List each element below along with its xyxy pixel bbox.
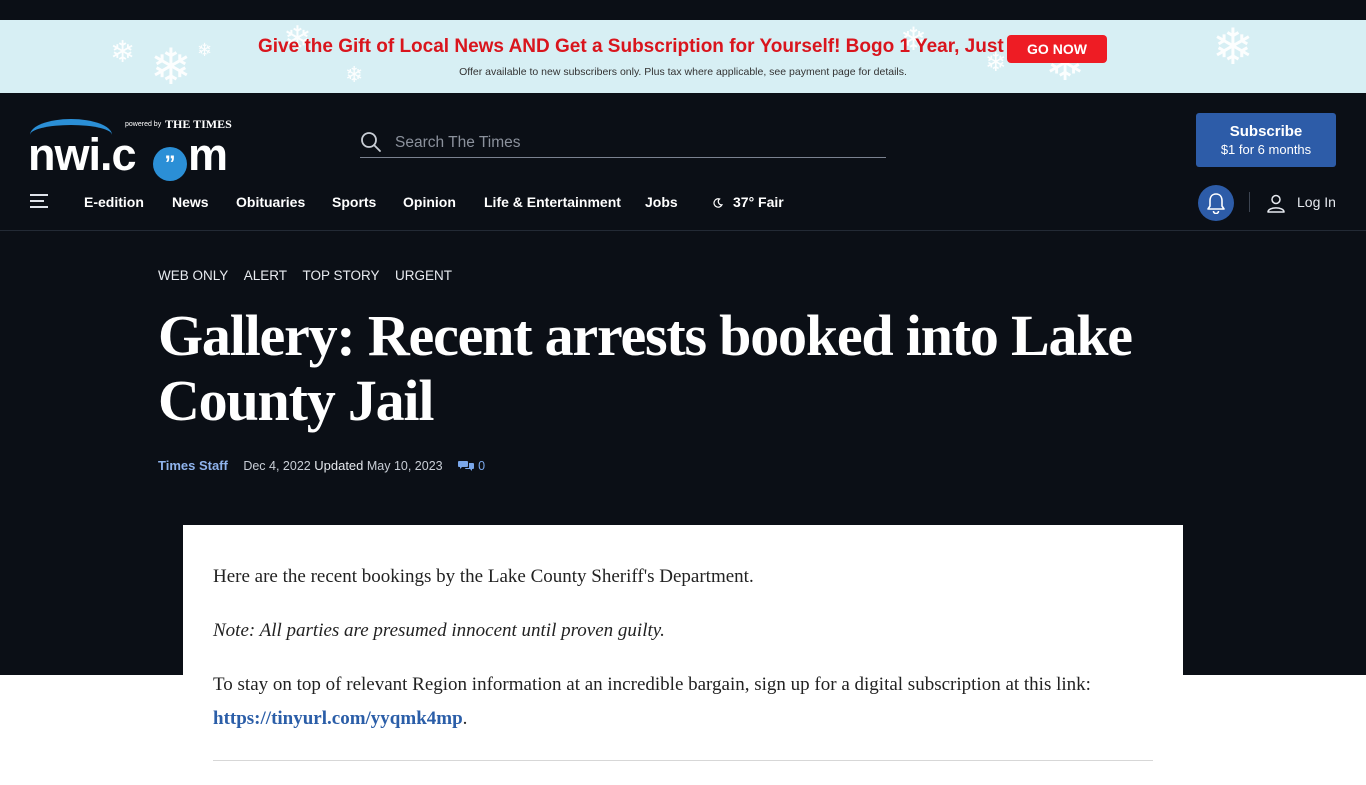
logo-brand-tail: m (188, 129, 228, 180)
nav-item-opinion[interactable]: Opinion (403, 194, 456, 210)
logo-the-times: THE TIMES (165, 117, 232, 131)
search-icon[interactable] (360, 131, 382, 153)
bell-icon (1207, 193, 1225, 214)
content-divider (213, 760, 1153, 761)
paragraph-subscribe-end: . (462, 708, 468, 729)
site-logo[interactable]: nwi.c ” m powered by THE TIMES (28, 115, 233, 181)
paragraph-subscribe-text: To stay on top of relevant Region inform… (213, 674, 1091, 695)
subscribe-label: Subscribe (1229, 123, 1303, 140)
nav-item-news[interactable]: News (172, 194, 209, 210)
paragraph-note: Note: All parties are presumed innocent … (213, 620, 665, 641)
search-input[interactable] (393, 131, 877, 155)
promo-headline[interactable]: Give the Gift of Local News AND Get a Su… (258, 36, 1047, 58)
promo-subtext: Offer available to new subscribers only.… (459, 66, 907, 78)
weather-text: 37° Fair (733, 194, 784, 210)
notifications-button[interactable] (1198, 185, 1234, 221)
snowflake-icon: ❄ (197, 40, 213, 61)
promo-banner[interactable]: ❄ ❄ ❄ ❄ ❄ ❄ ❄ ❄ ❄ Give the Gift of Local… (0, 20, 1366, 93)
nav-item-life-entertainment[interactable]: Life & Entertainment (484, 194, 621, 210)
subscribe-price: $1 for 6 months (1220, 142, 1312, 157)
article-headline: Gallery: Recent arrests booked into Lake… (158, 303, 1133, 433)
menu-icon[interactable] (30, 194, 50, 210)
article-body: Here are the recent bookings by the Lake… (183, 525, 1183, 785)
nav-item-obituaries[interactable]: Obituaries (236, 194, 305, 210)
subscription-link[interactable]: https://tinyurl.com/yyqmk4mp (213, 708, 463, 729)
updated-date: May 10, 2023 (366, 459, 443, 473)
paragraph-subscribe: To stay on top of relevant Region inform… (213, 668, 1158, 736)
subscribe-button[interactable]: Subscribe $1 for 6 months (1196, 113, 1336, 167)
nav-item-sports[interactable]: Sports (332, 194, 376, 210)
author-link[interactable]: Times Staff (158, 458, 228, 473)
moon-icon (713, 198, 723, 208)
tag-urgent[interactable]: URGENT (395, 268, 452, 283)
comments-icon (458, 461, 475, 471)
tag-alert[interactable]: ALERT (244, 268, 287, 283)
article-meta: Times Staff Dec 4, 2022 Updated May 10, … (158, 458, 485, 473)
search-bar[interactable] (360, 127, 886, 158)
snowflake-icon: ❄ (1212, 20, 1254, 76)
main-nav: E-edition News Obituaries Sports Opinion… (0, 185, 1366, 219)
nav-item-e-edition[interactable]: E-edition (84, 194, 144, 210)
nav-item-jobs[interactable]: Jobs (645, 194, 678, 210)
user-icon (1267, 194, 1285, 213)
top-strip (0, 0, 1366, 20)
comments-link[interactable]: 0 (458, 459, 485, 473)
paragraph-intro: Here are the recent bookings by the Lake… (213, 566, 754, 587)
publish-date: Dec 4, 2022 (243, 459, 311, 473)
tag-top-story[interactable]: TOP STORY (302, 268, 379, 283)
login-label: Log In (1297, 194, 1336, 210)
tag-web-only[interactable]: WEB ONLY (158, 268, 228, 283)
article-tags: WEB ONLY ALERT TOP STORY URGENT (158, 267, 463, 285)
updated-label: Updated (314, 458, 364, 473)
comment-count: 0 (478, 459, 486, 473)
logo-quote-icon: ” (153, 147, 187, 181)
header-divider (0, 230, 1366, 231)
go-now-button[interactable]: GO NOW (1007, 35, 1107, 63)
weather-widget[interactable]: 37° Fair (713, 194, 784, 210)
logo-brand-text: nwi.c (28, 129, 137, 180)
snowflake-icon: ❄ (110, 35, 136, 70)
logo-powered-by: powered by (125, 121, 162, 128)
nav-divider (1249, 192, 1250, 212)
